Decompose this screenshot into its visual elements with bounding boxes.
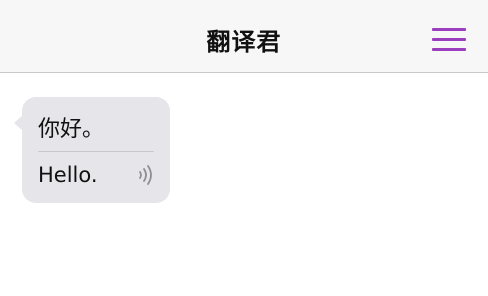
translator-app: 翻译君 你好。 Hello. — [0, 0, 488, 296]
hamburger-menu-icon — [432, 48, 466, 51]
translation-text: Hello. — [38, 163, 98, 187]
menu-button[interactable] — [428, 24, 468, 54]
page-title: 翻译君 — [206, 28, 282, 56]
message-bubble[interactable]: 你好。 Hello. — [14, 97, 170, 203]
bubble-divider — [38, 151, 154, 152]
navigation-bar: 翻译君 — [0, 0, 488, 73]
speaker-wave-icon[interactable] — [136, 163, 160, 187]
hamburger-menu-icon — [432, 38, 466, 41]
hamburger-menu-icon — [432, 28, 466, 31]
bubble-tail — [14, 115, 23, 131]
source-text: 你好。 — [38, 117, 105, 142]
